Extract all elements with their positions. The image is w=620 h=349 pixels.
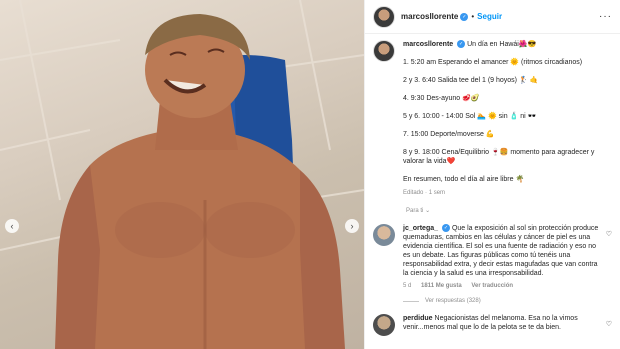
replies-divider	[403, 300, 419, 302]
photo-illustration	[0, 0, 364, 349]
commenter-username[interactable]: jc_ortega_	[403, 225, 438, 232]
caption-line: Un día en Hawái🌺😎	[467, 41, 537, 48]
caption-line: 2 y 3. 6:40 Salida tee del 1 (9 hoyos) 🏌…	[403, 77, 539, 84]
chevron-down-icon: ⌄	[425, 208, 431, 214]
caption-line: 7. 15:00 Deporte/moverse 💪	[403, 131, 495, 138]
comment-likes[interactable]: 1811 Me gusta	[421, 283, 462, 289]
caption-line: 4. 9:30 Des-ayuno 🥩🥑	[403, 95, 480, 102]
edited-label: Editado	[403, 190, 424, 196]
caption-username[interactable]: marcosllorente	[403, 41, 453, 48]
verified-icon: ✓	[457, 40, 466, 49]
follow-button[interactable]: Seguir	[477, 12, 502, 21]
post-photo[interactable]: ‹ ›	[0, 0, 364, 349]
commenter-avatar[interactable]	[373, 224, 395, 246]
caption-avatar[interactable]	[373, 40, 395, 62]
see-translation-link[interactable]: Ver traducción	[471, 283, 513, 289]
caption-line: En resumen, todo el día al aire libre 🌴	[403, 176, 525, 183]
view-replies-link[interactable]: Ver respuestas (328)	[403, 298, 612, 304]
like-comment-heart-icon[interactable]: ♡	[606, 230, 612, 238]
comment-time: 5 d	[403, 283, 412, 289]
commenter-avatar[interactable]	[373, 314, 395, 336]
chevron-left-icon: ‹	[10, 221, 14, 231]
verified-icon: ✓	[460, 12, 469, 21]
comment-item: perdidue Negacionistas del melanoma. Esa…	[373, 314, 612, 336]
view-replies-label: Ver respuestas (328)	[425, 298, 481, 304]
post-header: marcosllorente ✓ • Seguir ···	[365, 0, 620, 34]
separator-dot: •	[471, 12, 475, 21]
filter-label: Para ti	[406, 208, 424, 214]
post-time: 1 sem	[428, 190, 446, 196]
chevron-right-icon: ›	[350, 221, 354, 231]
post-details-panel: marcosllorente ✓ • Seguir ··· marcosllor…	[364, 0, 620, 349]
commenter-username[interactable]: perdidue	[403, 315, 433, 322]
comment-meta: 5 d 1811 Me gusta Ver traducción	[403, 282, 600, 291]
caption-line: 5 y 6. 10:00 - 14:00 Sol 🏊 🌞 sin 🧴 ni 🕶️	[403, 113, 537, 120]
like-comment-heart-icon[interactable]: ♡	[606, 320, 612, 328]
author-avatar[interactable]	[373, 5, 395, 28]
verified-icon: ✓	[441, 224, 450, 233]
comment-text: Que la exposición al sol sin protección …	[403, 225, 599, 277]
caption-line: 8 y 9. 18:00 Cena/Equilibrio 🍷🍔 momento …	[403, 149, 595, 165]
comment-filter-dropdown[interactable]: Para ti ⌄	[406, 207, 612, 214]
previous-photo-button[interactable]: ‹	[5, 219, 19, 233]
caption-line: 1. 5:20 am Esperando el amancer 🌞 (ritmo…	[403, 59, 583, 66]
next-photo-button[interactable]: ›	[345, 219, 359, 233]
author-username[interactable]: marcosllorente	[401, 12, 458, 21]
comments-section: marcosllorente ✓ Un día en Hawái🌺😎 1. 5:…	[365, 34, 620, 336]
more-icon[interactable]: ···	[599, 11, 612, 22]
comment-item: jc_ortega_ ✓ Que la exposición al sol si…	[373, 224, 612, 291]
caption-meta: Editado · 1 sem	[403, 190, 446, 196]
post-caption: marcosllorente ✓ Un día en Hawái🌺😎 1. 5:…	[373, 40, 612, 198]
